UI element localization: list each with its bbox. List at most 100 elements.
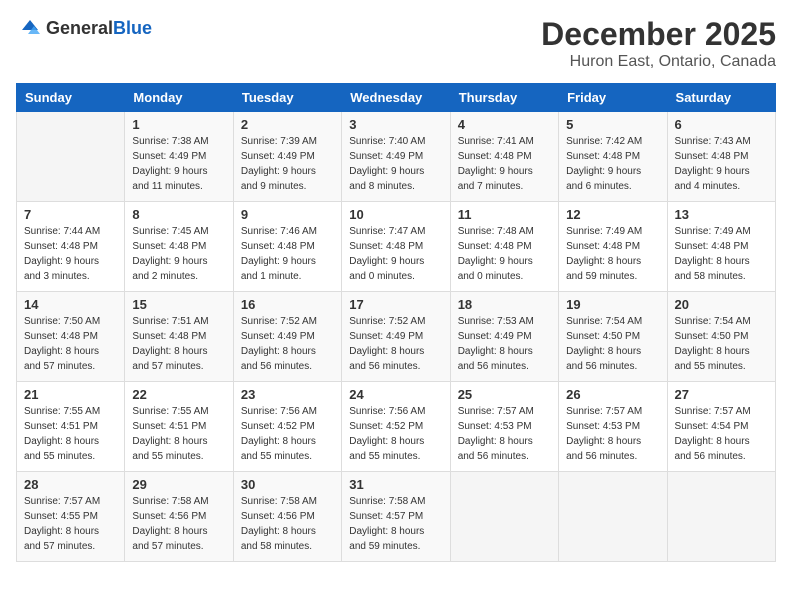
day-number: 20 bbox=[675, 297, 768, 312]
calendar-cell: 16 Sunrise: 7:52 AM Sunset: 4:49 PM Dayli… bbox=[233, 292, 341, 382]
day-info: Sunrise: 7:50 AM Sunset: 4:48 PM Dayligh… bbox=[24, 314, 117, 374]
day-number: 7 bbox=[24, 207, 117, 222]
day-number: 10 bbox=[349, 207, 442, 222]
calendar-cell: 3Sunrise: 7:40 AM Sunset: 4:49 PM Daylig… bbox=[342, 112, 450, 202]
week-row-3: 14 Sunrise: 7:50 AM Sunset: 4:48 PM Dayli… bbox=[17, 292, 776, 382]
week-row-1: 1 Sunrise: 7:38 AM Sunset: 4:49 PM Daylig… bbox=[17, 112, 776, 202]
day-number: 16 bbox=[241, 297, 334, 312]
day-info: Sunrise: 7:57 AM Sunset: 4:55 PM Dayligh… bbox=[24, 494, 117, 554]
day-number: 15 bbox=[132, 297, 225, 312]
day-number: 18 bbox=[458, 297, 551, 312]
calendar-cell: 27Sunrise: 7:57 AM Sunset: 4:54 PM Dayli… bbox=[667, 382, 775, 472]
calendar-cell: 12 Sunrise: 7:49 AM Sunset: 4:48 PM Dayli… bbox=[559, 202, 667, 292]
day-info: Sunrise: 7:43 AM Sunset: 4:48 PM Dayligh… bbox=[675, 134, 768, 194]
calendar-cell bbox=[450, 472, 558, 562]
calendar-cell bbox=[17, 112, 125, 202]
day-info: Sunrise: 7:40 AM Sunset: 4:49 PM Dayligh… bbox=[349, 134, 442, 194]
calendar-cell: 20 Sunrise: 7:54 AM Sunset: 4:50 PM Dayli… bbox=[667, 292, 775, 382]
calendar-cell: 13 Sunrise: 7:49 AM Sunset: 4:48 PM Dayli… bbox=[667, 202, 775, 292]
day-number: 25 bbox=[458, 387, 551, 402]
day-info: Sunrise: 7:57 AM Sunset: 4:54 PM Dayligh… bbox=[675, 404, 768, 464]
day-number: 11 bbox=[458, 207, 551, 222]
day-info: Sunrise: 7:38 AM Sunset: 4:49 PM Dayligh… bbox=[132, 134, 225, 194]
day-info: Sunrise: 7:48 AM Sunset: 4:48 PM Dayligh… bbox=[458, 224, 551, 284]
calendar-cell: 28 Sunrise: 7:57 AM Sunset: 4:55 PM Dayli… bbox=[17, 472, 125, 562]
day-info: Sunrise: 7:49 AM Sunset: 4:48 PM Dayligh… bbox=[675, 224, 768, 284]
calendar-cell: 18 Sunrise: 7:53 AM Sunset: 4:49 PM Dayli… bbox=[450, 292, 558, 382]
logo-text-blue: Blue bbox=[113, 18, 152, 38]
calendar-cell: 22Sunrise: 7:55 AM Sunset: 4:51 PM Dayli… bbox=[125, 382, 233, 472]
weekday-header-tuesday: Tuesday bbox=[233, 84, 341, 112]
day-info: Sunrise: 7:51 AM Sunset: 4:48 PM Dayligh… bbox=[132, 314, 225, 374]
day-info: Sunrise: 7:52 AM Sunset: 4:49 PM Dayligh… bbox=[241, 314, 334, 374]
calendar-cell: 24Sunrise: 7:56 AM Sunset: 4:52 PM Dayli… bbox=[342, 382, 450, 472]
day-info: Sunrise: 7:58 AM Sunset: 4:57 PM Dayligh… bbox=[349, 494, 442, 554]
day-info: Sunrise: 7:56 AM Sunset: 4:52 PM Dayligh… bbox=[349, 404, 442, 464]
day-info: Sunrise: 7:41 AM Sunset: 4:48 PM Dayligh… bbox=[458, 134, 551, 194]
calendar-cell: 11 Sunrise: 7:48 AM Sunset: 4:48 PM Dayli… bbox=[450, 202, 558, 292]
day-number: 6 bbox=[675, 117, 768, 132]
day-info: Sunrise: 7:57 AM Sunset: 4:53 PM Dayligh… bbox=[458, 404, 551, 464]
day-info: Sunrise: 7:55 AM Sunset: 4:51 PM Dayligh… bbox=[24, 404, 117, 464]
calendar-cell: 2 Sunrise: 7:39 AM Sunset: 4:49 PM Daylig… bbox=[233, 112, 341, 202]
calendar-cell: 31 Sunrise: 7:58 AM Sunset: 4:57 PM Dayli… bbox=[342, 472, 450, 562]
day-number: 19 bbox=[566, 297, 659, 312]
calendar-table: SundayMondayTuesdayWednesdayThursdayFrid… bbox=[16, 83, 776, 562]
logo-text-general: General bbox=[46, 18, 113, 38]
calendar-cell: 15 Sunrise: 7:51 AM Sunset: 4:48 PM Dayli… bbox=[125, 292, 233, 382]
day-number: 31 bbox=[349, 477, 442, 492]
day-info: Sunrise: 7:57 AM Sunset: 4:53 PM Dayligh… bbox=[566, 404, 659, 464]
day-info: Sunrise: 7:58 AM Sunset: 4:56 PM Dayligh… bbox=[132, 494, 225, 554]
calendar-cell: 8Sunrise: 7:45 AM Sunset: 4:48 PM Daylig… bbox=[125, 202, 233, 292]
calendar-cell: 25 Sunrise: 7:57 AM Sunset: 4:53 PM Dayli… bbox=[450, 382, 558, 472]
location-title: Huron East, Ontario, Canada bbox=[541, 53, 776, 71]
weekday-header-monday: Monday bbox=[125, 84, 233, 112]
day-number: 1 bbox=[132, 117, 225, 132]
day-info: Sunrise: 7:39 AM Sunset: 4:49 PM Dayligh… bbox=[241, 134, 334, 194]
calendar-cell: 29 Sunrise: 7:58 AM Sunset: 4:56 PM Dayli… bbox=[125, 472, 233, 562]
day-number: 14 bbox=[24, 297, 117, 312]
weekday-header-friday: Friday bbox=[559, 84, 667, 112]
calendar-cell: 30 Sunrise: 7:58 AM Sunset: 4:56 PM Dayli… bbox=[233, 472, 341, 562]
week-row-5: 28 Sunrise: 7:57 AM Sunset: 4:55 PM Dayli… bbox=[17, 472, 776, 562]
day-info: Sunrise: 7:49 AM Sunset: 4:48 PM Dayligh… bbox=[566, 224, 659, 284]
day-number: 12 bbox=[566, 207, 659, 222]
day-number: 13 bbox=[675, 207, 768, 222]
day-number: 2 bbox=[241, 117, 334, 132]
calendar-cell: 14 Sunrise: 7:50 AM Sunset: 4:48 PM Dayli… bbox=[17, 292, 125, 382]
page-header: GeneralBlue December 2025 Huron East, On… bbox=[16, 16, 776, 71]
day-number: 29 bbox=[132, 477, 225, 492]
day-info: Sunrise: 7:45 AM Sunset: 4:48 PM Dayligh… bbox=[132, 224, 225, 284]
day-info: Sunrise: 7:52 AM Sunset: 4:49 PM Dayligh… bbox=[349, 314, 442, 374]
calendar-cell: 26 Sunrise: 7:57 AM Sunset: 4:53 PM Dayli… bbox=[559, 382, 667, 472]
calendar-cell: 23 Sunrise: 7:56 AM Sunset: 4:52 PM Dayli… bbox=[233, 382, 341, 472]
weekday-header-saturday: Saturday bbox=[667, 84, 775, 112]
day-number: 28 bbox=[24, 477, 117, 492]
calendar-cell: 7Sunrise: 7:44 AM Sunset: 4:48 PM Daylig… bbox=[17, 202, 125, 292]
day-info: Sunrise: 7:54 AM Sunset: 4:50 PM Dayligh… bbox=[675, 314, 768, 374]
calendar-cell: 5Sunrise: 7:42 AM Sunset: 4:48 PM Daylig… bbox=[559, 112, 667, 202]
day-number: 4 bbox=[458, 117, 551, 132]
calendar-cell: 9Sunrise: 7:46 AM Sunset: 4:48 PM Daylig… bbox=[233, 202, 341, 292]
calendar-cell: 4 Sunrise: 7:41 AM Sunset: 4:48 PM Daylig… bbox=[450, 112, 558, 202]
day-info: Sunrise: 7:53 AM Sunset: 4:49 PM Dayligh… bbox=[458, 314, 551, 374]
day-number: 21 bbox=[24, 387, 117, 402]
day-info: Sunrise: 7:46 AM Sunset: 4:48 PM Dayligh… bbox=[241, 224, 334, 284]
day-number: 26 bbox=[566, 387, 659, 402]
day-info: Sunrise: 7:56 AM Sunset: 4:52 PM Dayligh… bbox=[241, 404, 334, 464]
day-info: Sunrise: 7:54 AM Sunset: 4:50 PM Dayligh… bbox=[566, 314, 659, 374]
week-row-2: 7Sunrise: 7:44 AM Sunset: 4:48 PM Daylig… bbox=[17, 202, 776, 292]
day-info: Sunrise: 7:55 AM Sunset: 4:51 PM Dayligh… bbox=[132, 404, 225, 464]
calendar-cell: 6 Sunrise: 7:43 AM Sunset: 4:48 PM Daylig… bbox=[667, 112, 775, 202]
logo: GeneralBlue bbox=[16, 16, 152, 40]
day-info: Sunrise: 7:42 AM Sunset: 4:48 PM Dayligh… bbox=[566, 134, 659, 194]
day-number: 17 bbox=[349, 297, 442, 312]
title-area: December 2025 Huron East, Ontario, Canad… bbox=[541, 16, 776, 71]
day-number: 23 bbox=[241, 387, 334, 402]
day-info: Sunrise: 7:58 AM Sunset: 4:56 PM Dayligh… bbox=[241, 494, 334, 554]
weekday-header-wednesday: Wednesday bbox=[342, 84, 450, 112]
day-number: 30 bbox=[241, 477, 334, 492]
month-title: December 2025 bbox=[541, 16, 776, 53]
weekday-header-row: SundayMondayTuesdayWednesdayThursdayFrid… bbox=[17, 84, 776, 112]
calendar-cell bbox=[559, 472, 667, 562]
